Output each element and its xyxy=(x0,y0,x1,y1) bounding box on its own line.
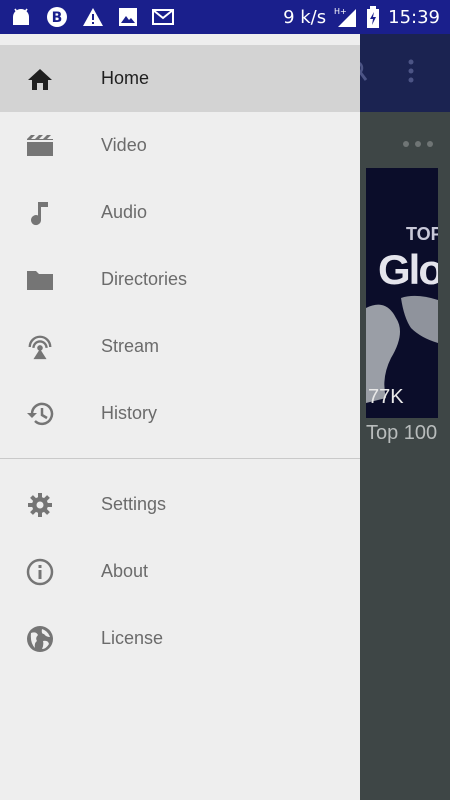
nav-item-history[interactable]: History xyxy=(0,380,360,447)
nav-item-stream[interactable]: Stream xyxy=(0,313,360,380)
drawer-divider xyxy=(0,458,360,459)
nav-item-label: Settings xyxy=(101,494,167,514)
video-title: Top 100 xyxy=(366,422,438,444)
network-type: H+ xyxy=(334,7,347,16)
nav-item-audio[interactable]: Audio xyxy=(0,179,360,246)
gear-icon xyxy=(26,491,54,519)
history-icon xyxy=(26,400,54,428)
clapperboard-icon xyxy=(26,132,54,160)
music-note-icon xyxy=(26,199,54,227)
signal-icon: H+ xyxy=(334,6,358,28)
background-toolbar xyxy=(360,34,450,112)
nav-item-label: Stream xyxy=(101,336,160,356)
info-icon xyxy=(26,558,54,586)
warning-icon xyxy=(82,7,104,27)
nav-item-settings[interactable]: Settings xyxy=(0,471,360,538)
svg-text:B: B xyxy=(52,10,63,26)
nav-item-directories[interactable]: Directories xyxy=(0,246,360,313)
navigation-drawer: Home Video Audio Directories Stream Hist… xyxy=(0,34,360,800)
android-icon xyxy=(10,7,32,27)
b-circle-icon: B xyxy=(46,6,68,28)
folder-icon xyxy=(26,266,54,294)
nav-item-label: Video xyxy=(101,135,147,155)
nav-item-home[interactable]: Home xyxy=(0,45,360,112)
nav-item-label: Directories xyxy=(101,269,188,289)
status-bar: B 9 k/s H+ 15:39 xyxy=(0,0,450,34)
clock: 15:39 xyxy=(388,6,440,28)
nav-item-label: Audio xyxy=(101,202,148,222)
antenna-icon xyxy=(26,333,54,361)
overflow-menu-icon xyxy=(407,58,415,88)
thumbnail-text-top: TOP xyxy=(406,224,438,244)
nav-item-video[interactable]: Video xyxy=(0,112,360,179)
thumbnail-text-main: Glo xyxy=(378,246,438,293)
globe-icon xyxy=(26,625,54,653)
nav-item-about[interactable]: About xyxy=(0,538,360,605)
nav-item-label: About xyxy=(101,561,149,581)
video-thumbnail: TOP Glo 77K xyxy=(366,168,438,418)
nav-item-license[interactable]: License xyxy=(0,605,360,672)
more-horizontal-icon xyxy=(402,134,434,153)
nav-item-label: Home xyxy=(101,68,150,88)
nav-item-label: License xyxy=(101,628,164,648)
nav-item-label: History xyxy=(101,403,158,423)
image-icon xyxy=(118,7,138,27)
view-count: 77K xyxy=(368,386,404,408)
network-speed: 9 k/s xyxy=(283,6,327,28)
home-icon xyxy=(26,65,54,93)
drawer-top-strip xyxy=(0,34,360,45)
battery-icon xyxy=(366,6,380,28)
mail-icon xyxy=(152,8,174,26)
